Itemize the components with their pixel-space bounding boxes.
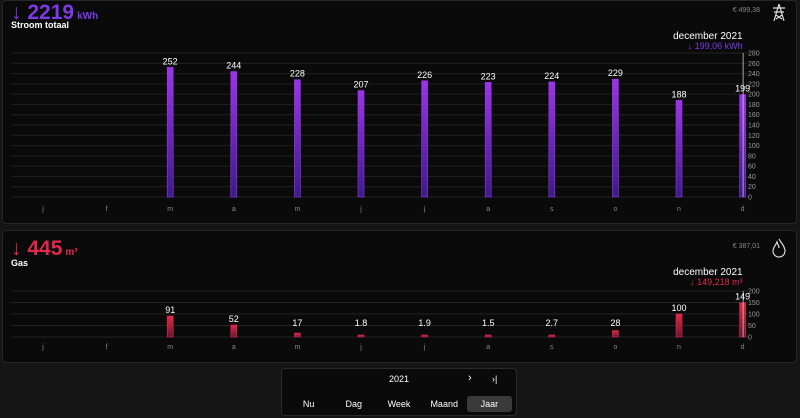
electricity-ytick: 100	[748, 143, 760, 150]
electricity-ytick: 260	[748, 61, 760, 68]
gas-data-label: 52	[229, 314, 239, 324]
electricity-bar	[166, 67, 174, 198]
electricity-data-label: 244	[226, 61, 241, 71]
gas-ytick: 100	[748, 312, 760, 319]
gas-xtick: o	[613, 344, 617, 351]
electricity-xtick: a	[486, 206, 490, 213]
gas-bar	[675, 313, 683, 338]
electricity-bar	[548, 81, 556, 198]
electricity-ytick: 40	[748, 174, 756, 181]
electricity-data-label: 228	[290, 69, 305, 79]
electricity-ytick: 80	[748, 153, 756, 160]
gas-data-label: 17	[292, 318, 302, 328]
electricity-bar	[294, 79, 301, 198]
electricity-data-label: 224	[544, 71, 559, 81]
electricity-xtick: f	[106, 206, 108, 213]
gas-xtick: m	[294, 344, 300, 351]
tab-week[interactable]: Week	[376, 396, 421, 412]
tab-nu[interactable]: Nu	[286, 396, 331, 412]
gas-panel: ↓ 445 m³ Gas € 387,01 200 150 100 50 0 j f m 91 a 5…	[2, 230, 797, 363]
gas-xtick: d	[741, 344, 745, 351]
gas-bar	[484, 334, 492, 338]
gas-data-label: 2.7	[546, 318, 559, 328]
gas-data-label: 100	[671, 303, 686, 313]
gas-bar	[612, 330, 619, 338]
gas-bar	[421, 334, 428, 338]
chevron-right-icon[interactable]: ›	[468, 372, 472, 384]
gas-xtick: a	[486, 344, 490, 351]
gas-data-label: 1.9	[418, 318, 431, 328]
gas-ytick: 50	[748, 323, 756, 330]
gas-bar	[230, 324, 238, 338]
electricity-xtick: j	[423, 206, 426, 213]
gas-xtick: j	[41, 344, 44, 351]
gas-xtick: m	[167, 344, 173, 351]
gas-data-label: 149	[735, 292, 750, 302]
electricity-data-label: 199	[735, 84, 750, 94]
electricity-panel: ↓ 2219 kWh Stroom totaal € 499,38 280 260 2…	[2, 0, 797, 224]
electricity-ytick: 0	[748, 195, 752, 202]
gas-bar	[166, 315, 174, 338]
electricity-bar	[230, 71, 238, 198]
tab-jaar[interactable]: Jaar	[466, 396, 513, 412]
gas-ytick: 0	[748, 335, 752, 342]
electricity-bar	[739, 94, 746, 198]
electricity-bar	[484, 82, 492, 198]
gas-tooltip-value: ↓ 149,218 m³	[690, 277, 743, 287]
tab-dag[interactable]: Dag	[331, 396, 376, 412]
electricity-xtick: m	[167, 206, 173, 213]
electricity-ytick: 120	[748, 133, 760, 140]
electricity-bar	[357, 90, 365, 198]
period-tabs: Nu Dag Week Maand Jaar	[286, 396, 513, 412]
electricity-ytick: 240	[748, 71, 760, 78]
gas-xtick: j	[359, 344, 362, 351]
electricity-xtick: j	[41, 206, 44, 213]
tab-maand[interactable]: Maand	[422, 396, 467, 412]
electricity-xtick: d	[741, 206, 745, 213]
gas-xtick: a	[232, 344, 236, 351]
electricity-ytick: 20	[748, 184, 756, 191]
electricity-xtick: m	[294, 206, 300, 213]
gas-data-label: 91	[165, 305, 175, 315]
gas-data-label: 28	[610, 318, 620, 328]
electricity-ytick: 280	[748, 51, 760, 58]
electricity-xtick: o	[613, 206, 617, 213]
electricity-chart: 280260240220200180160140120100806040200j…	[11, 31, 760, 213]
electricity-tooltip-value: ↓ 199,06 kWh	[688, 41, 743, 51]
electricity-xtick: a	[232, 206, 236, 213]
gas-xtick: s	[550, 344, 554, 351]
gas-bar	[548, 334, 556, 338]
electricity-data-label: 252	[163, 56, 178, 66]
electricity-data-label: 188	[671, 89, 686, 99]
gas-bar	[739, 302, 746, 338]
electricity-xtick: s	[550, 206, 554, 213]
gas-data-label: 1.5	[482, 318, 495, 328]
gas-xtick: n	[677, 344, 681, 351]
period-navigation: 2021 › ›| Nu Dag Week Maand Jaar	[281, 368, 517, 416]
electricity-ytick: 60	[748, 164, 756, 171]
gas-xtick: j	[423, 344, 426, 351]
electricity-data-label: 226	[417, 70, 432, 80]
electricity-bar	[612, 78, 619, 198]
electricity-data-label: 223	[481, 71, 496, 81]
electricity-data-label: 229	[608, 68, 623, 78]
electricity-data-label: 207	[353, 80, 368, 90]
gas-bar	[294, 332, 301, 338]
electricity-xtick: j	[359, 206, 362, 213]
electricity-bar	[675, 100, 683, 198]
gas-xtick: f	[106, 344, 108, 351]
electricity-ytick: 160	[748, 112, 760, 119]
electricity-xtick: n	[677, 206, 681, 213]
skip-to-end-icon[interactable]: ›|	[492, 374, 497, 384]
year-label: 2021	[388, 374, 410, 384]
gas-data-label: 1.8	[355, 318, 368, 328]
gas-bar	[357, 334, 365, 338]
gas-chart: 200150100500j f m91a52m17j1.8j1.9a1.5s2.7o…	[11, 267, 760, 351]
electricity-bar	[421, 80, 428, 198]
electricity-ytick: 140	[748, 123, 760, 130]
electricity-ytick: 180	[748, 102, 760, 109]
